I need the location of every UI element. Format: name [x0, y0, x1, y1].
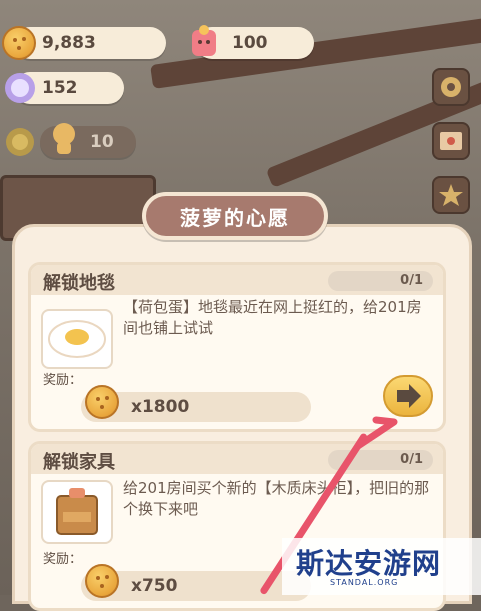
- task-thumbnail: [41, 480, 113, 544]
- reward-amount: x1800: [131, 397, 190, 417]
- fried-egg-icon: [48, 320, 106, 358]
- reward-amount: x750: [131, 576, 178, 596]
- star-button[interactable]: [432, 176, 470, 214]
- letter-icon: [440, 132, 462, 150]
- gem-amount: 152: [42, 78, 78, 98]
- panel-title: 菠萝的心愿: [142, 192, 328, 240]
- go-button[interactable]: [383, 375, 433, 417]
- reward-label: 奖励：: [43, 373, 83, 388]
- jelly-cup-icon: [192, 25, 216, 56]
- coin-counter[interactable]: 9,883: [14, 27, 166, 59]
- task-card: 解锁地毯 0/1 【荷包蛋】地毯最近在网上挺红的，给201房间也铺上试试 奖励：…: [28, 262, 446, 432]
- coin-icon: [2, 26, 36, 60]
- nightstand-icon: [56, 488, 98, 535]
- arrow-right-icon: [397, 384, 421, 408]
- watermark-subtitle: STANDAL.ORG: [330, 578, 399, 587]
- task-description: 给201房间买个新的【木质床头柜】，把旧的那个换下来吧: [123, 479, 430, 518]
- sun-badge-icon: [6, 128, 34, 156]
- task-title: 解锁地毯: [43, 273, 115, 294]
- task-title: 解锁家具: [43, 452, 115, 473]
- task-description: 【荷包蛋】地毯最近在网上挺红的，给201房间也铺上试试: [123, 298, 422, 337]
- task-thumbnail: [41, 309, 113, 369]
- task-progress: 0/1: [328, 271, 433, 291]
- coin-icon: [85, 385, 119, 419]
- star-icon: [439, 184, 463, 206]
- coin-amount: 9,883: [42, 33, 96, 53]
- watermark-title: 斯达安游网: [296, 547, 442, 580]
- coin-icon: [85, 564, 119, 598]
- settings-gear-button[interactable]: [432, 68, 470, 106]
- mail-button[interactable]: [432, 122, 470, 160]
- level-amount: 10: [90, 132, 114, 152]
- reward-label: 奖励：: [43, 552, 83, 567]
- arrow-head-icon: [354, 416, 398, 450]
- gear-icon: [441, 77, 461, 97]
- gem-icon: [5, 73, 35, 103]
- character-avatar-icon: [53, 123, 75, 154]
- heart-amount: 100: [232, 33, 268, 53]
